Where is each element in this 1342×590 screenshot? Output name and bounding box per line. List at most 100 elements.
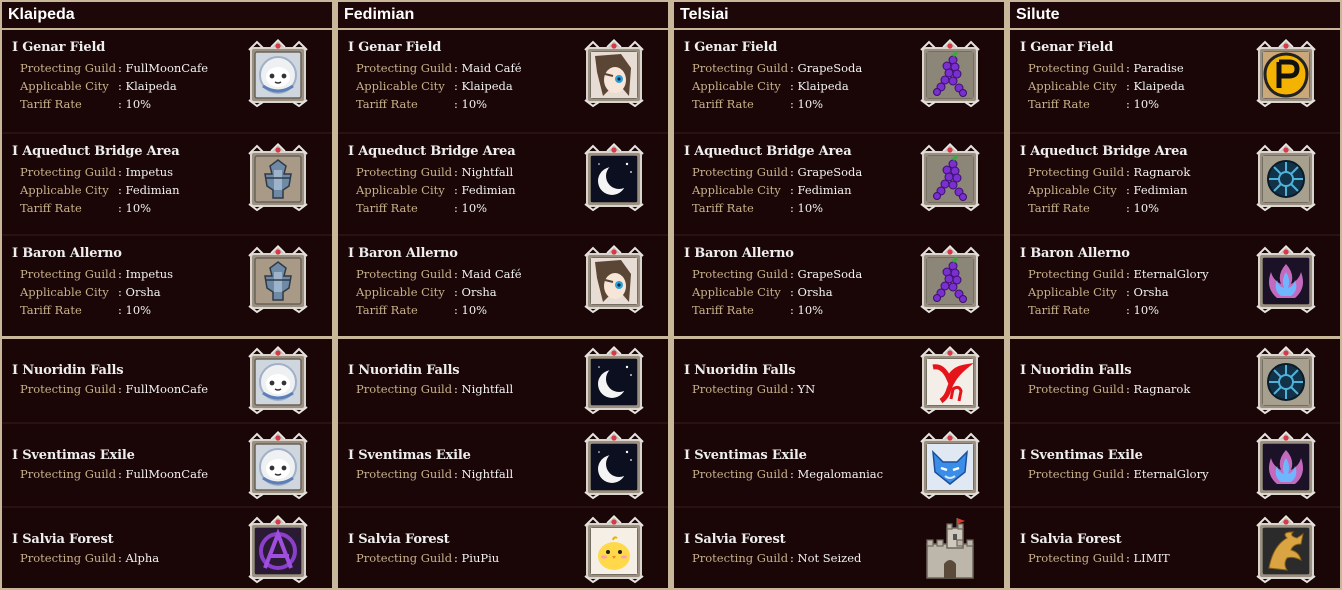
guild-value: : Not Seized: [790, 551, 862, 565]
territory-row[interactable]: I Aqueduct Bridge Area Protecting Guild:…: [1010, 132, 1340, 236]
golden-dragon-icon: [1253, 514, 1319, 584]
tariff-value: : 10%: [790, 303, 824, 317]
territory-name: I Aqueduct Bridge Area: [684, 144, 852, 159]
applicable-city-label: Applicable City: [20, 183, 109, 197]
anime-girl-icon: [581, 244, 647, 314]
territory-row[interactable]: I Baron Allerno Protecting Guild: Maid C…: [338, 234, 668, 338]
tariff-rate-label: Tariff Rate: [356, 97, 418, 111]
city-column: Telsiai I Genar Field Protecting Guild: …: [672, 0, 1006, 590]
protecting-guild-label: Protecting Guild: [692, 551, 789, 565]
territory-row[interactable]: I Sventimas Exile Protecting Guild: Mega…: [674, 422, 1004, 508]
protecting-guild-label: Protecting Guild: [1028, 165, 1125, 179]
city-value: : Klaipeda: [118, 79, 177, 93]
rune-wheel-icon: [1253, 142, 1319, 212]
protecting-guild-label: Protecting Guild: [20, 467, 117, 481]
applicable-city-label: Applicable City: [356, 79, 445, 93]
territory-name: I Baron Allerno: [12, 246, 122, 261]
grape-figure-icon: [917, 244, 983, 314]
territory-name: I Nuoridin Falls: [348, 363, 460, 378]
territory-name: I Salvia Forest: [12, 532, 114, 547]
territory-name: I Baron Allerno: [684, 246, 794, 261]
territory-name: I Nuoridin Falls: [12, 363, 124, 378]
territory-row[interactable]: I Aqueduct Bridge Area Protecting Guild:…: [2, 132, 332, 236]
guild-value: : FullMoonCafe: [118, 382, 209, 396]
territory-row[interactable]: I Genar Field Protecting Guild: Maid Caf…: [338, 30, 668, 132]
territory-row[interactable]: I Baron Allerno Protecting Guild: Impetu…: [2, 234, 332, 338]
guild-value: : GrapeSoda: [790, 61, 863, 75]
chick-icon: [581, 514, 647, 584]
guild-value: : PiuPiu: [454, 551, 500, 565]
city-header: Silute: [1010, 2, 1340, 28]
p-letter-icon: [1253, 38, 1319, 108]
guild-value: : LIMIT: [1126, 551, 1170, 565]
tariff-value: : 10%: [118, 97, 152, 111]
upper-panel: I Genar Field Protecting Guild: GrapeSod…: [674, 30, 1004, 336]
applicable-city-label: Applicable City: [1028, 183, 1117, 197]
city-value: : Klaipeda: [1126, 79, 1185, 93]
tariff-value: : 10%: [118, 201, 152, 215]
territory-row[interactable]: I Nuoridin Falls Protecting Guild: Night…: [338, 339, 668, 422]
applicable-city-label: Applicable City: [1028, 285, 1117, 299]
territory-row[interactable]: I Salvia Forest Protecting Guild: LIMIT: [1010, 506, 1340, 590]
guild-value: : Maid Café: [454, 61, 522, 75]
city-header: Klaipeda: [2, 2, 332, 28]
upper-panel: I Genar Field Protecting Guild: FullMoon…: [2, 30, 332, 336]
protecting-guild-label: Protecting Guild: [1028, 267, 1125, 281]
territory-row[interactable]: I Aqueduct Bridge Area Protecting Guild:…: [338, 132, 668, 236]
protecting-guild-label: Protecting Guild: [356, 467, 453, 481]
territory-name: I Sventimas Exile: [348, 448, 471, 463]
guild-value: : Ragnarok: [1126, 382, 1191, 396]
applicable-city-label: Applicable City: [692, 285, 781, 299]
lower-panel: I Nuoridin Falls Protecting Guild: YN I …: [674, 339, 1004, 588]
tariff-rate-label: Tariff Rate: [20, 97, 82, 111]
territory-row[interactable]: I Genar Field Protecting Guild: GrapeSod…: [674, 30, 1004, 132]
territory-row[interactable]: I Nuoridin Falls Protecting Guild: YN: [674, 339, 1004, 422]
guild-value: : Ragnarok: [1126, 165, 1191, 179]
protecting-guild-label: Protecting Guild: [356, 61, 453, 75]
protecting-guild-label: Protecting Guild: [356, 165, 453, 179]
moon-face-icon: [245, 430, 311, 500]
guild-value: : Megalomaniac: [790, 467, 884, 481]
applicable-city-label: Applicable City: [20, 79, 109, 93]
territory-row[interactable]: I Nuoridin Falls Protecting Guild: Ragna…: [1010, 339, 1340, 422]
city-column: Silute I Genar Field Protecting Guild: P…: [1008, 0, 1342, 590]
territory-row[interactable]: I Baron Allerno Protecting Guild: GrapeS…: [674, 234, 1004, 338]
guild-value: : Nightfall: [454, 382, 514, 396]
territory-name: I Aqueduct Bridge Area: [12, 144, 180, 159]
territory-name: I Genar Field: [12, 40, 106, 55]
guild-value: : Nightfall: [454, 467, 514, 481]
guild-value: : Impetus: [118, 267, 174, 281]
territory-row[interactable]: I Aqueduct Bridge Area Protecting Guild:…: [674, 132, 1004, 236]
territory-row[interactable]: I Genar Field Protecting Guild: FullMoon…: [2, 30, 332, 132]
territory-row[interactable]: I Nuoridin Falls Protecting Guild: FullM…: [2, 339, 332, 422]
tariff-value: : 10%: [790, 201, 824, 215]
territory-row[interactable]: I Genar Field Protecting Guild: Paradise…: [1010, 30, 1340, 132]
guild-value: : Nightfall: [454, 165, 514, 179]
tariff-value: : 10%: [790, 97, 824, 111]
tariff-rate-label: Tariff Rate: [1028, 201, 1090, 215]
territory-row[interactable]: I Sventimas Exile Protecting Guild: Eter…: [1010, 422, 1340, 508]
protecting-guild-label: Protecting Guild: [20, 267, 117, 281]
territory-name: I Aqueduct Bridge Area: [1020, 144, 1188, 159]
city-column: Fedimian I Genar Field Protecting Guild:…: [336, 0, 670, 590]
city-value: : Orsha: [1126, 285, 1169, 299]
castle-icon: [917, 514, 983, 584]
grape-figure-icon: [917, 38, 983, 108]
city-value: : Orsha: [454, 285, 497, 299]
applicable-city-label: Applicable City: [356, 183, 445, 197]
territory-name: I Baron Allerno: [1020, 246, 1130, 261]
armor-crest-icon: [245, 244, 311, 314]
territory-row[interactable]: I Baron Allerno Protecting Guild: Eterna…: [1010, 234, 1340, 338]
territory-name: I Nuoridin Falls: [1020, 363, 1132, 378]
city-value: : Fedimian: [118, 183, 180, 197]
territory-row[interactable]: I Sventimas Exile Protecting Guild: Full…: [2, 422, 332, 508]
territory-row[interactable]: I Salvia Forest Protecting Guild: Not Se…: [674, 506, 1004, 590]
territory-row[interactable]: I Sventimas Exile Protecting Guild: Nigh…: [338, 422, 668, 508]
blue-fox-icon: [917, 430, 983, 500]
territory-row[interactable]: I Salvia Forest Protecting Guild: Alpha: [2, 506, 332, 590]
guild-value: : EternalGlory: [1126, 267, 1209, 281]
territory-name: I Aqueduct Bridge Area: [348, 144, 516, 159]
protecting-guild-label: Protecting Guild: [356, 382, 453, 396]
crescent-moon-icon: [581, 345, 647, 415]
territory-row[interactable]: I Salvia Forest Protecting Guild: PiuPiu: [338, 506, 668, 590]
